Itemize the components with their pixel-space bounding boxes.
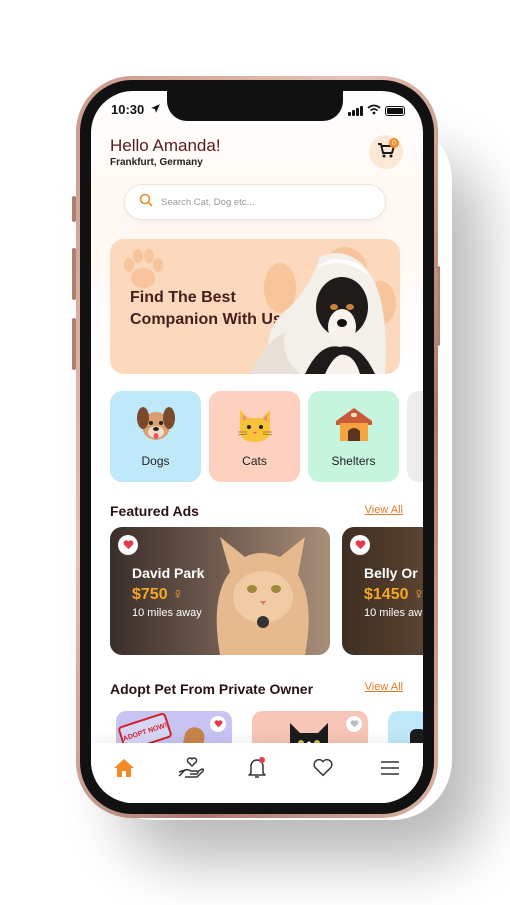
status-time-text: 10:30	[111, 102, 145, 117]
status-time: 10:30	[111, 102, 161, 117]
signal-icon	[348, 106, 363, 116]
search-input[interactable]: Search Cat, Dog etc...	[124, 184, 386, 220]
ad-distance: 10 miles away	[132, 607, 202, 619]
category-cats[interactable]: Cats	[209, 391, 300, 482]
bottom-tab-bar	[91, 743, 423, 803]
heart-icon	[350, 720, 358, 728]
wifi-icon	[367, 102, 381, 120]
dog-photo	[250, 253, 386, 374]
ad-price-value: $750	[132, 586, 168, 603]
notch	[167, 91, 343, 121]
status-icons	[348, 102, 405, 120]
dog-icon	[136, 407, 175, 440]
heart-icon	[214, 720, 222, 728]
home-icon	[114, 759, 135, 777]
favorite-heart-button[interactable]	[118, 535, 138, 555]
owners-title: Adopt Pet From Private Owner	[110, 681, 314, 697]
cat-photo	[216, 537, 309, 655]
location-arrow-icon	[150, 102, 161, 117]
tab-home[interactable]	[107, 751, 141, 785]
ad-pet-name: Belly Or	[364, 565, 418, 581]
promo-banner[interactable]: Find The Best Companion With Us	[110, 239, 400, 374]
favorite-heart-button[interactable]	[210, 716, 226, 732]
menu-icon	[380, 761, 399, 775]
category-list: Dogs Cats Shelters	[110, 391, 423, 482]
stage: 10:30 Hello Amanda! Frankfurt, Germany 0…	[0, 0, 510, 905]
category-label: Dogs	[141, 454, 170, 468]
category-label: Shelters	[331, 454, 376, 468]
ad-price-value: $1450	[364, 586, 409, 603]
featured-title: Featured Ads	[110, 503, 199, 519]
category-label: Cats	[242, 454, 267, 468]
ad-distance: 10 miles aw	[364, 607, 423, 619]
ad-pet-name: David Park	[132, 565, 205, 581]
tab-favorites[interactable]	[306, 751, 340, 785]
tab-adopt[interactable]	[174, 751, 208, 785]
category-shelters[interactable]: Shelters	[308, 391, 399, 482]
ad-price: $1450 ♀	[364, 586, 423, 604]
favorite-heart-button[interactable]	[346, 716, 362, 732]
phone-frame: 10:30 Hello Amanda! Frankfurt, Germany 0…	[76, 76, 438, 818]
battery-icon	[385, 106, 405, 116]
cat-icon	[237, 410, 272, 442]
heart-icon	[123, 540, 133, 550]
heart-outline-icon	[313, 759, 333, 777]
search-placeholder: Search Cat, Dog etc...	[161, 196, 255, 208]
greeting: Hello Amanda!	[110, 136, 221, 155]
heart-icon	[355, 540, 365, 550]
featured-ad-card[interactable]: Belly Or $1450 ♀ 10 miles aw	[342, 527, 423, 655]
category-dogs[interactable]: Dogs	[110, 391, 201, 482]
phone-bezel: 10:30 Hello Amanda! Frankfurt, Germany 0…	[80, 80, 434, 814]
favorite-heart-button[interactable]	[350, 535, 370, 555]
female-icon: ♀	[412, 586, 423, 603]
location: Frankfurt, Germany	[110, 157, 203, 168]
stamp-text: ADOPT NOW!	[122, 721, 168, 743]
cart-button[interactable]: 0	[369, 135, 403, 169]
ad-price: $750 ♀	[132, 586, 184, 604]
search-icon	[139, 193, 153, 212]
tab-notifications[interactable]	[240, 751, 274, 785]
featured-ad-card[interactable]: David Park $750 ♀ 10 miles away	[110, 527, 330, 655]
female-icon: ♀	[172, 586, 185, 603]
tab-menu[interactable]	[373, 751, 407, 785]
category-other[interactable]: O	[407, 391, 423, 482]
cart-badge: 0	[389, 138, 399, 148]
owners-view-all-link[interactable]: View All	[365, 681, 403, 693]
heart-hand-icon	[178, 757, 204, 778]
featured-view-all-link[interactable]: View All	[365, 504, 403, 516]
app-screen: 10:30 Hello Amanda! Frankfurt, Germany 0…	[91, 91, 423, 803]
bell-icon	[248, 757, 266, 778]
house-icon	[335, 408, 372, 441]
